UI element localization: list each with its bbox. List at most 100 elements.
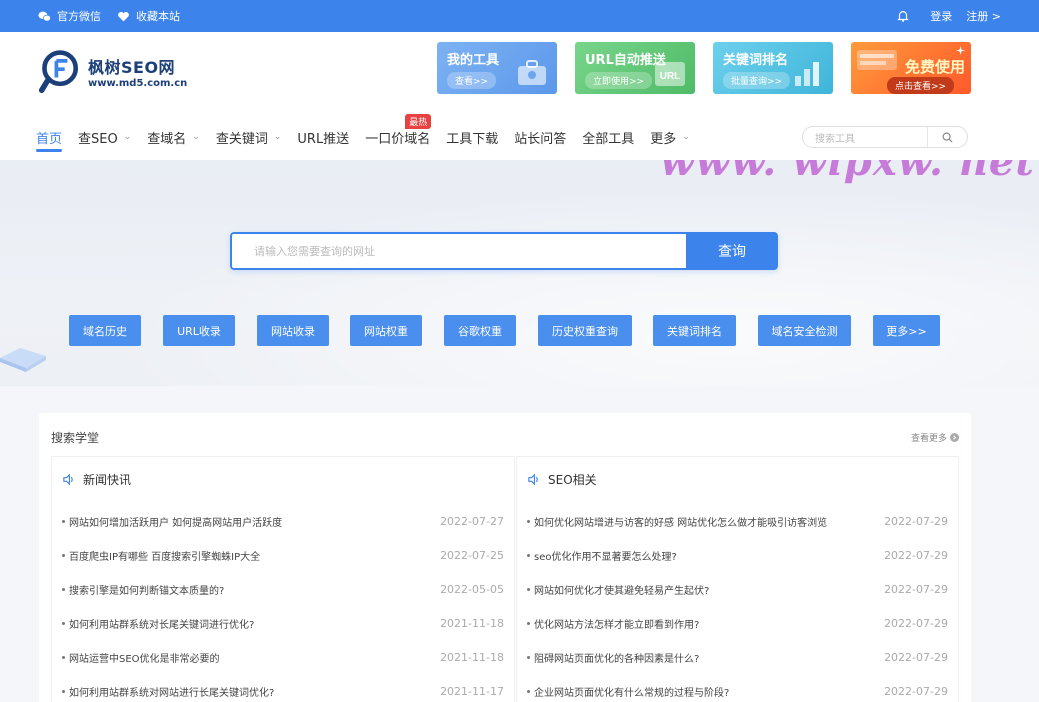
hero-banner: www. wlpxw. net 请输入您需要查询的网址 查询 域名历史 URL收… bbox=[0, 160, 1039, 386]
view-more-link[interactable]: 查看更多 bbox=[911, 431, 959, 444]
article-title[interactable]: 网站如何优化才使其避免轻易产生起伏? bbox=[534, 582, 876, 597]
list-item[interactable]: 百度爬虫IP有哪些 百度搜索引擎蜘蛛IP大全 2022-07-25 bbox=[62, 538, 504, 572]
article-date: 2022-07-29 bbox=[884, 616, 948, 630]
bullet bbox=[527, 621, 530, 625]
bullet bbox=[527, 655, 530, 659]
article-title[interactable]: 百度爬虫IP有哪些 百度搜索引擎蜘蛛IP大全 bbox=[69, 548, 432, 563]
nav-item-home[interactable]: 首页 bbox=[36, 114, 63, 160]
list-item[interactable]: seo优化作用不显著要怎么处理? 2022-07-29 bbox=[527, 538, 948, 572]
article-date: 2022-07-29 bbox=[884, 582, 948, 596]
list-item[interactable]: 如何利用站群系统对长尾关键词进行优化? 2021-11-18 bbox=[62, 606, 504, 640]
list-item[interactable]: 网站如何优化才使其避免轻易产生起伏? 2022-07-29 bbox=[527, 572, 948, 606]
tool-search-button[interactable] bbox=[927, 127, 967, 147]
nav-item-keyword[interactable]: 查关键词 ⌄ bbox=[216, 114, 282, 160]
arrow-right-circle-icon bbox=[950, 433, 959, 442]
nav-item-downloads[interactable]: 工具下载 bbox=[446, 114, 498, 160]
register-link[interactable]: 注册 > bbox=[966, 8, 1001, 24]
promo-button[interactable]: 批量查询>> bbox=[723, 72, 791, 89]
login-link[interactable]: 登录 bbox=[930, 8, 952, 24]
promo-url-push[interactable]: URL自动推送 立即使用>> URL bbox=[575, 42, 695, 94]
nav-item-seo[interactable]: 查SEO ⌄ bbox=[78, 114, 131, 160]
article-date: 2022-07-29 bbox=[884, 514, 948, 528]
bell-icon[interactable] bbox=[896, 9, 910, 23]
quick-link-more[interactable]: 更多>> bbox=[873, 315, 940, 346]
search-academy-panel: 搜索学堂 查看更多 新闻快讯 网站如何增加活跃用户 如何提高网站用户活跃度 202… bbox=[39, 413, 971, 702]
nav-label: 一口价域名 bbox=[365, 131, 431, 147]
bullet bbox=[527, 553, 530, 557]
list-item[interactable]: 优化网站方法怎样才能立即看到作用? 2022-07-29 bbox=[527, 606, 948, 640]
promo-button[interactable]: 立即使用>> bbox=[585, 72, 653, 89]
nav-item-all-tools[interactable]: 全部工具 bbox=[582, 114, 634, 160]
top-bar: 官方微信 收藏本站 登录 注册 > bbox=[0, 0, 1039, 32]
list-item[interactable]: 企业网站页面优化有什么常规的过程与阶段? 2022-07-29 bbox=[527, 674, 948, 702]
article-title[interactable]: 阻碍网站页面优化的各种因素是什么? bbox=[534, 650, 876, 665]
promo-my-tools[interactable]: 我的工具 查看>> bbox=[437, 42, 557, 94]
quick-link-domain-history[interactable]: 域名历史 bbox=[69, 315, 141, 346]
nav-item-domain[interactable]: 查域名 ⌄ bbox=[147, 114, 200, 160]
watermark: www. wlpxw. net bbox=[660, 160, 1035, 185]
list-item[interactable]: 阻碍网站页面优化的各种因素是什么? 2022-07-29 bbox=[527, 640, 948, 674]
heart-icon bbox=[118, 11, 129, 21]
article-date: 2021-11-17 bbox=[440, 684, 504, 698]
list-item[interactable]: 网站如何增加活跃用户 如何提高网站用户活跃度 2022-07-27 bbox=[62, 504, 504, 538]
bullet bbox=[62, 655, 65, 659]
quick-link-url-index[interactable]: URL收录 bbox=[163, 315, 235, 346]
quick-link-weight-history[interactable]: 历史权重查询 bbox=[538, 315, 632, 346]
quick-link-site-index[interactable]: 网站收录 bbox=[257, 315, 329, 346]
nav-item-more[interactable]: 更多 ⌄ bbox=[650, 114, 690, 160]
article-date: 2022-07-29 bbox=[884, 684, 948, 698]
hot-badge: 最热 bbox=[405, 114, 432, 129]
promo-title: 关键词排名 bbox=[723, 53, 789, 68]
gift-icon bbox=[857, 50, 897, 70]
quick-link-site-weight[interactable]: 网站权重 bbox=[350, 315, 422, 346]
query-button[interactable]: 查询 bbox=[686, 232, 778, 270]
header: 枫树SEO网 www.md5.com.cn 我的工具 查看>> URL自动推送 … bbox=[0, 32, 1039, 114]
article-date: 2022-07-25 bbox=[440, 548, 504, 562]
article-title[interactable]: 企业网站页面优化有什么常规的过程与阶段? bbox=[534, 684, 876, 699]
list-item[interactable]: 网站运营中SEO优化是非常必要的 2021-11-18 bbox=[62, 640, 504, 674]
nav-item-qa[interactable]: 站长问答 bbox=[514, 114, 566, 160]
domain-search: 请输入您需要查询的网址 查询 bbox=[230, 232, 778, 270]
list-item[interactable]: 搜索引擎是如何判断锚文本质量的? 2022-05-05 bbox=[62, 572, 504, 606]
nav-item-url-push[interactable]: URL推送 bbox=[297, 114, 349, 160]
column-title: 新闻快讯 bbox=[83, 473, 132, 487]
bullet bbox=[62, 519, 65, 523]
favorite-label: 收藏本站 bbox=[136, 10, 180, 23]
bar-chart-icon bbox=[795, 62, 819, 86]
article-date: 2021-11-18 bbox=[440, 650, 504, 664]
article-title[interactable]: 网站如何增加活跃用户 如何提高网站用户活跃度 bbox=[69, 514, 432, 529]
bullet bbox=[527, 689, 530, 693]
tool-search-input[interactable]: 搜索工具 bbox=[803, 130, 927, 145]
promo-button[interactable]: 点击查看>> bbox=[887, 77, 955, 94]
promo-free-use[interactable]: 免费使用 点击查看>> bbox=[851, 42, 971, 94]
site-logo[interactable]: 枫树SEO网 www.md5.com.cn bbox=[38, 46, 188, 96]
promo-button[interactable]: 查看>> bbox=[447, 72, 497, 89]
domain-search-input[interactable]: 请输入您需要查询的网址 bbox=[230, 232, 686, 270]
article-title[interactable]: 如何利用站群系统对网站进行长尾关键词优化? bbox=[69, 684, 432, 699]
article-title[interactable]: seo优化作用不显著要怎么处理? bbox=[534, 548, 876, 563]
bullet bbox=[62, 553, 65, 557]
bullet bbox=[62, 689, 65, 693]
view-more-label: 查看更多 bbox=[910, 434, 947, 444]
decorative-cube bbox=[0, 348, 46, 372]
article-title[interactable]: 网站运营中SEO优化是非常必要的 bbox=[69, 650, 432, 665]
speaker-icon bbox=[528, 473, 538, 486]
list-item[interactable]: 如何优化网站增进与访客的好感 网站优化怎么做才能吸引访客浏览 2022-07-29 bbox=[527, 504, 948, 538]
toolbox-icon bbox=[518, 60, 546, 85]
list-item[interactable]: 如何利用站群系统对网站进行长尾关键词优化? 2021-11-17 bbox=[62, 674, 504, 702]
tool-search[interactable]: 搜索工具 bbox=[802, 126, 968, 148]
quick-link-google-weight[interactable]: 谷歌权重 bbox=[444, 315, 516, 346]
logo-domain: www.md5.com.cn bbox=[88, 77, 188, 89]
promo-keyword-rank[interactable]: 关键词排名 批量查询>> bbox=[713, 42, 833, 94]
article-title[interactable]: 优化网站方法怎样才能立即看到作用? bbox=[534, 616, 876, 631]
article-title[interactable]: 如何利用站群系统对长尾关键词进行优化? bbox=[69, 616, 432, 631]
favorite-link[interactable]: 收藏本站 bbox=[117, 8, 180, 24]
speaker-icon bbox=[63, 473, 73, 486]
quick-link-keyword-rank[interactable]: 关键词排名 bbox=[653, 315, 736, 346]
nav-item-fixed-price-domain[interactable]: 一口价域名 最热 bbox=[365, 114, 432, 160]
article-title[interactable]: 搜索引擎是如何判断锚文本质量的? bbox=[69, 582, 432, 597]
nav-label: 站长问答 bbox=[514, 131, 567, 147]
article-title[interactable]: 如何优化网站增进与访客的好感 网站优化怎么做才能吸引访客浏览 bbox=[534, 514, 876, 529]
wechat-link[interactable]: 官方微信 bbox=[38, 8, 101, 24]
quick-link-domain-security[interactable]: 域名安全检测 bbox=[758, 315, 851, 346]
